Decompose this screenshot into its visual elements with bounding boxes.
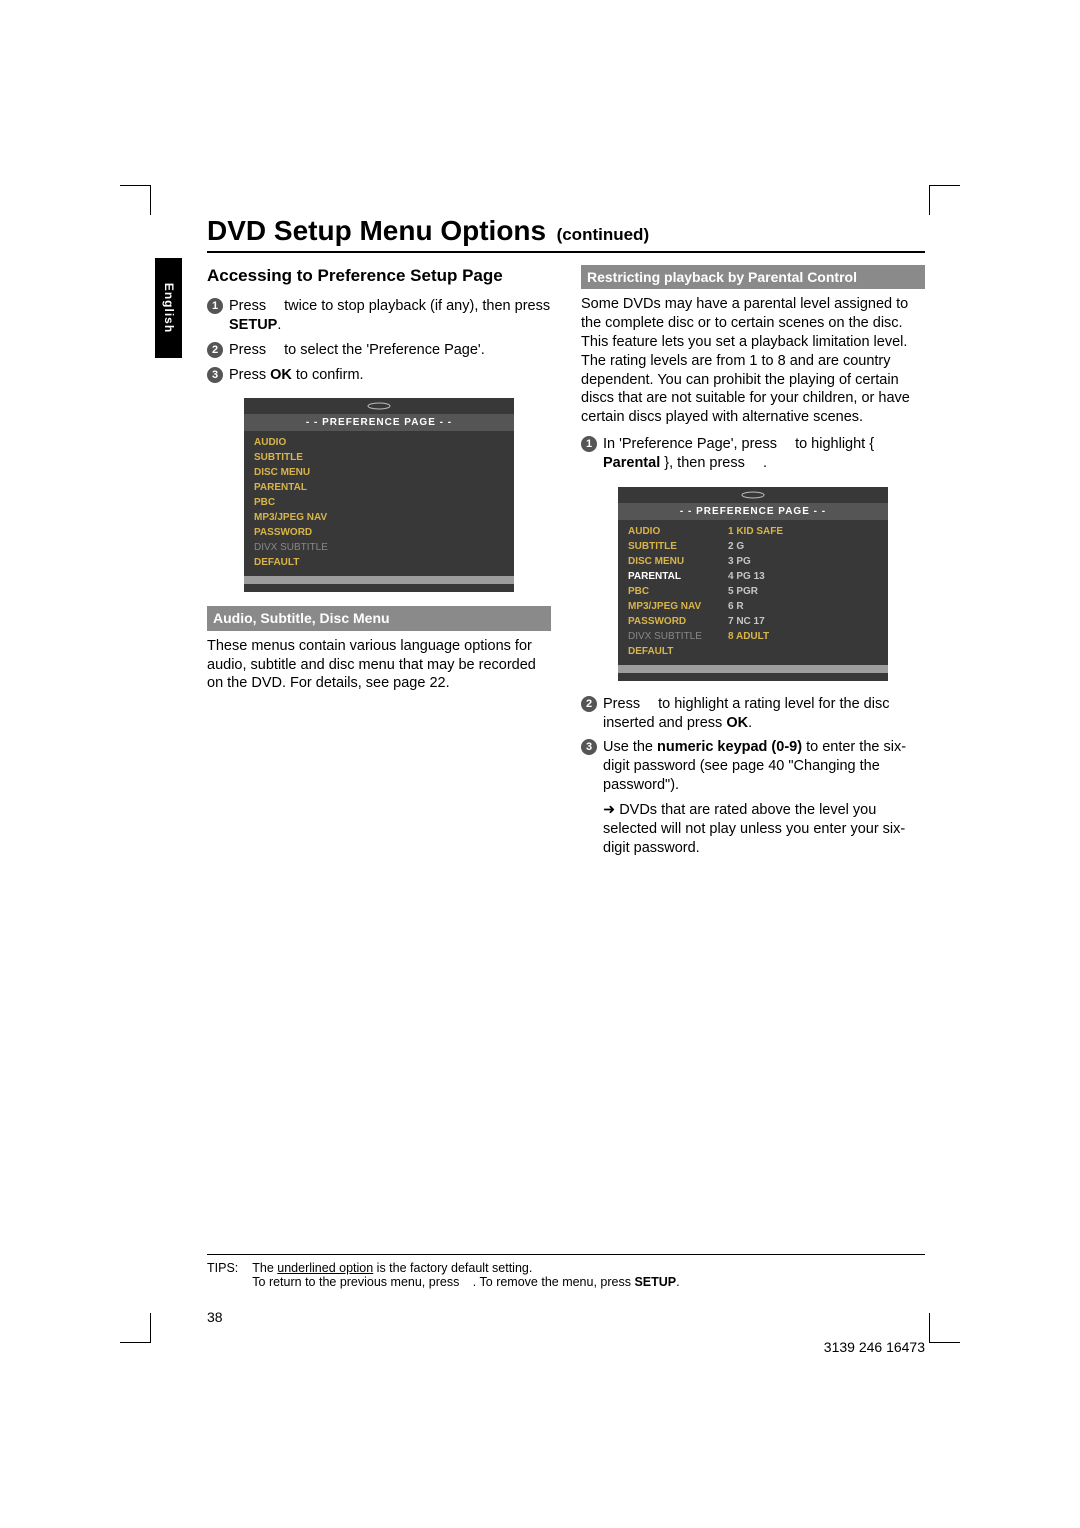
osd-footer-bar xyxy=(618,665,888,673)
r-step-2: 2 Press to highlight a rating level for … xyxy=(581,695,925,733)
stop-icon xyxy=(270,301,280,311)
osd-footer-bar xyxy=(244,576,514,584)
section-heading: Accessing to Preference Setup Page xyxy=(207,265,551,287)
step-bullet-2: 2 xyxy=(207,342,223,358)
osd-logo xyxy=(244,398,514,414)
page-content: English DVD Setup Menu Options (continue… xyxy=(155,155,925,1355)
parental-intro: Some DVDs may have a parental level assi… xyxy=(581,295,925,427)
step-1: 1 Press twice to stop playback (if any),… xyxy=(207,297,551,335)
r-step-1: 1 In 'Preference Page', press to highlig… xyxy=(581,435,925,473)
step-bullet-2: 2 xyxy=(581,696,597,712)
osd-preference-page-1: - - PREFERENCE PAGE - - AUDIO SUBTITLE D… xyxy=(244,398,514,592)
step-2: 2 Press to select the 'Preference Page'. xyxy=(207,341,551,360)
osd-item: PARENTAL xyxy=(254,480,354,495)
step-bullet-1: 1 xyxy=(207,298,223,314)
step-3: 3 Press OK to confirm. xyxy=(207,366,551,385)
tips-footer: TIPS: The underlined option is the facto… xyxy=(207,1254,925,1289)
step-bullet-3: 3 xyxy=(581,739,597,755)
osd-item: PASSWORD xyxy=(254,525,354,540)
osd-item: DEFAULT xyxy=(254,555,354,570)
step-bullet-3: 3 xyxy=(207,367,223,383)
arrow-icon xyxy=(644,699,654,709)
arrow-icon xyxy=(749,458,759,468)
osd-item: AUDIO xyxy=(254,435,354,450)
title-continued: (continued) xyxy=(557,225,650,244)
r-step-3: 3 Use the numeric keypad (0-9) to enter … xyxy=(581,738,925,795)
arrow-icon xyxy=(270,345,280,355)
two-column-body: Accessing to Preference Setup Page 1 Pre… xyxy=(207,265,925,864)
right-column: Restricting playback by Parental Control… xyxy=(581,265,925,864)
section-text: These menus contain various language opt… xyxy=(207,637,551,694)
language-tab: English xyxy=(155,258,182,358)
osd-header: - - PREFERENCE PAGE - - xyxy=(244,414,514,431)
language-label: English xyxy=(162,283,176,333)
osd-item: DISC MENU xyxy=(254,465,354,480)
osd-item: MP3/JPEG NAV xyxy=(254,510,354,525)
step-bullet-1: 1 xyxy=(581,436,597,452)
section-bar-parental: Restricting playback by Parental Control xyxy=(581,265,925,289)
tips-body: The underlined option is the factory def… xyxy=(252,1261,925,1289)
page-title: DVD Setup Menu Options (continued) xyxy=(207,215,925,253)
r-step-3-note: ➜ DVDs that are rated above the level yo… xyxy=(581,801,925,858)
arrow-icon xyxy=(781,439,791,449)
title-main: DVD Setup Menu Options xyxy=(207,215,546,246)
left-column: Accessing to Preference Setup Page 1 Pre… xyxy=(207,265,551,864)
section-bar-audio: Audio, Subtitle, Disc Menu xyxy=(207,606,551,630)
osd-item: DIVX SUBTITLE xyxy=(254,540,354,555)
osd-preference-page-2: - - PREFERENCE PAGE - - AUDIO1 KID SAFE … xyxy=(618,487,888,681)
page-number: 38 xyxy=(207,1309,223,1325)
arrow-icon xyxy=(463,1278,473,1288)
tips-label: TIPS: xyxy=(207,1261,238,1289)
osd-item: PBC xyxy=(254,495,354,510)
document-code: 3139 246 16473 xyxy=(824,1339,925,1355)
osd-header: - - PREFERENCE PAGE - - xyxy=(618,503,888,520)
osd-item: SUBTITLE xyxy=(254,450,354,465)
osd-logo xyxy=(618,487,888,503)
